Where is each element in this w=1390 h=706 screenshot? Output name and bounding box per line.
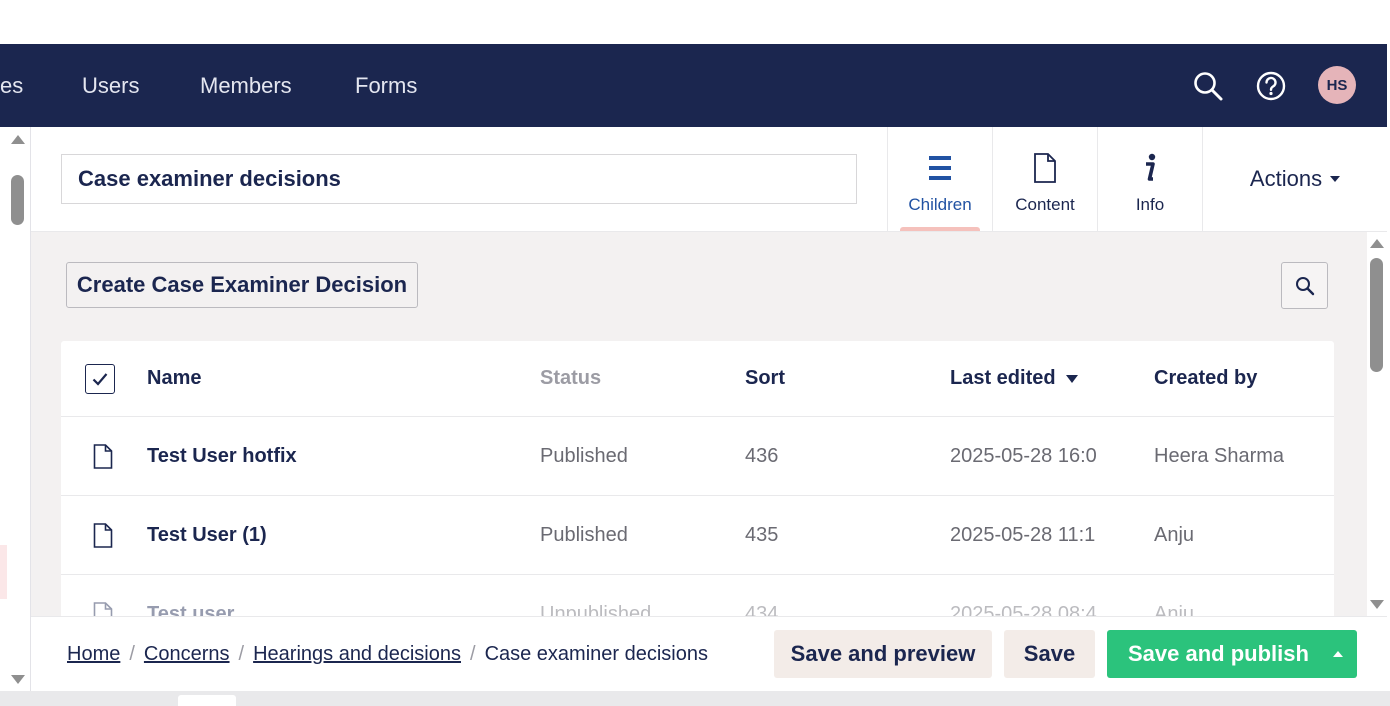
- breadcrumb-separator: /: [129, 642, 135, 665]
- row-name[interactable]: Test User hotfix: [147, 417, 527, 495]
- row-created-by: Anju: [1154, 602, 1195, 617]
- save-and-publish-button[interactable]: Save and publish: [1107, 630, 1357, 678]
- column-header-last-edited-label: Last edited: [950, 367, 1056, 389]
- caret-down-icon: [1330, 176, 1341, 182]
- caret-up-icon[interactable]: [1333, 651, 1343, 657]
- document-icon: [93, 496, 115, 574]
- column-header-name[interactable]: Name: [147, 341, 527, 416]
- list-scrollbar[interactable]: [1367, 232, 1387, 616]
- row-name[interactable]: Test user: [147, 575, 527, 617]
- save-and-preview-button[interactable]: Save and preview: [774, 630, 992, 678]
- create-item-button[interactable]: Create Case Examiner Decision: [66, 262, 418, 308]
- browser-top-area: [0, 0, 1390, 44]
- save-button[interactable]: Save: [1004, 630, 1095, 678]
- editor-header: Children Content Info Actions: [31, 127, 1387, 232]
- column-header-status: Status: [540, 367, 602, 389]
- breadcrumb-current: Case examiner decisions: [484, 642, 708, 665]
- document-icon: [1033, 151, 1057, 185]
- row-created-by: Anju: [1154, 523, 1195, 546]
- children-table: Name Status Sort Last edited Created by …: [61, 341, 1334, 616]
- save-and-publish-label: Save and publish: [1128, 641, 1309, 666]
- document-icon: [93, 417, 115, 495]
- nav-item-forms[interactable]: Forms: [355, 44, 417, 127]
- list-search-button[interactable]: [1281, 262, 1328, 309]
- breadcrumb-separator: /: [470, 642, 476, 665]
- row-status: Unpublished: [540, 602, 652, 617]
- list-view-area: Create Case Examiner Decision Name Statu…: [31, 232, 1367, 616]
- select-all-checkbox[interactable]: [85, 364, 115, 394]
- tab-content[interactable]: Content: [992, 127, 1097, 231]
- row-last-edited: 2025-05-28 08:4: [950, 602, 1097, 617]
- row-status: Published: [540, 444, 628, 467]
- node-name-input[interactable]: [61, 154, 857, 204]
- scrollbar-thumb[interactable]: [1370, 258, 1383, 372]
- column-header-last-edited[interactable]: Last edited: [950, 341, 1130, 416]
- column-header-created-by[interactable]: Created by: [1154, 341, 1329, 416]
- user-avatar[interactable]: HS: [1318, 66, 1356, 104]
- row-sort: 435: [745, 523, 779, 546]
- breadcrumb-home[interactable]: Home: [67, 643, 120, 666]
- breadcrumb-hearings[interactable]: Hearings and decisions: [253, 643, 461, 666]
- tree-scrollbar-thumb[interactable]: [11, 175, 24, 225]
- breadcrumb-concerns[interactable]: Concerns: [144, 643, 230, 666]
- breadcrumb-separator: /: [238, 642, 245, 665]
- tab-info[interactable]: Info: [1097, 127, 1202, 231]
- tree-scroll-down-arrow-icon[interactable]: [11, 675, 25, 684]
- tab-children[interactable]: Children: [887, 127, 992, 231]
- row-status: Published: [540, 523, 628, 546]
- table-row[interactable]: Test user Unpublished 434 2025-05-28 08:…: [61, 575, 1334, 616]
- search-icon: [1295, 276, 1314, 295]
- row-name[interactable]: Test User (1): [147, 496, 527, 574]
- row-last-edited: 2025-05-28 16:0: [950, 444, 1097, 467]
- nav-item-partial[interactable]: es: [0, 44, 23, 127]
- nav-item-users[interactable]: Users: [82, 44, 139, 127]
- tab-content-label: Content: [1015, 195, 1075, 214]
- scroll-up-arrow-icon[interactable]: [1370, 239, 1384, 248]
- bottom-bar: [0, 691, 1390, 706]
- search-icon[interactable]: [1190, 68, 1226, 104]
- tree-selected-item-highlight: [0, 545, 7, 599]
- tab-info-label: Info: [1135, 195, 1165, 214]
- checkmark-icon: [92, 373, 108, 386]
- bottom-tab[interactable]: [178, 695, 236, 706]
- table-row[interactable]: Test User (1) Published 435 2025-05-28 1…: [61, 496, 1334, 575]
- top-navigation-bar: es Users Members Forms: [0, 44, 1390, 127]
- editor-footer: Home / Concerns / Hearings and decisions…: [31, 616, 1387, 691]
- nav-item-members[interactable]: Members: [200, 44, 292, 127]
- scroll-down-arrow-icon[interactable]: [1370, 600, 1384, 609]
- breadcrumb: Home / Concerns / Hearings and decisions…: [67, 617, 708, 691]
- row-created-by: Heera Sharma: [1154, 444, 1285, 467]
- info-icon: [1141, 151, 1159, 185]
- row-sort: 436: [745, 444, 779, 467]
- table-row[interactable]: Test User hotfix Published 436 2025-05-2…: [61, 417, 1334, 496]
- table-header-row: Name Status Sort Last edited Created by: [61, 341, 1334, 417]
- actions-dropdown[interactable]: Actions: [1202, 127, 1387, 231]
- active-tab-indicator: [900, 227, 980, 231]
- help-icon[interactable]: [1253, 68, 1289, 104]
- list-icon: [929, 151, 951, 185]
- tree-scroll-up-arrow-icon[interactable]: [11, 135, 25, 144]
- document-icon: [93, 575, 115, 616]
- tree-panel-edge: [0, 127, 31, 692]
- tab-children-label: Children: [908, 195, 972, 214]
- column-header-sort[interactable]: Sort: [745, 341, 925, 416]
- actions-label: Actions: [1249, 166, 1323, 191]
- sort-descending-icon: [1065, 374, 1078, 383]
- row-last-edited: 2025-05-28 11:1: [950, 523, 1096, 546]
- row-sort: 434: [745, 602, 779, 617]
